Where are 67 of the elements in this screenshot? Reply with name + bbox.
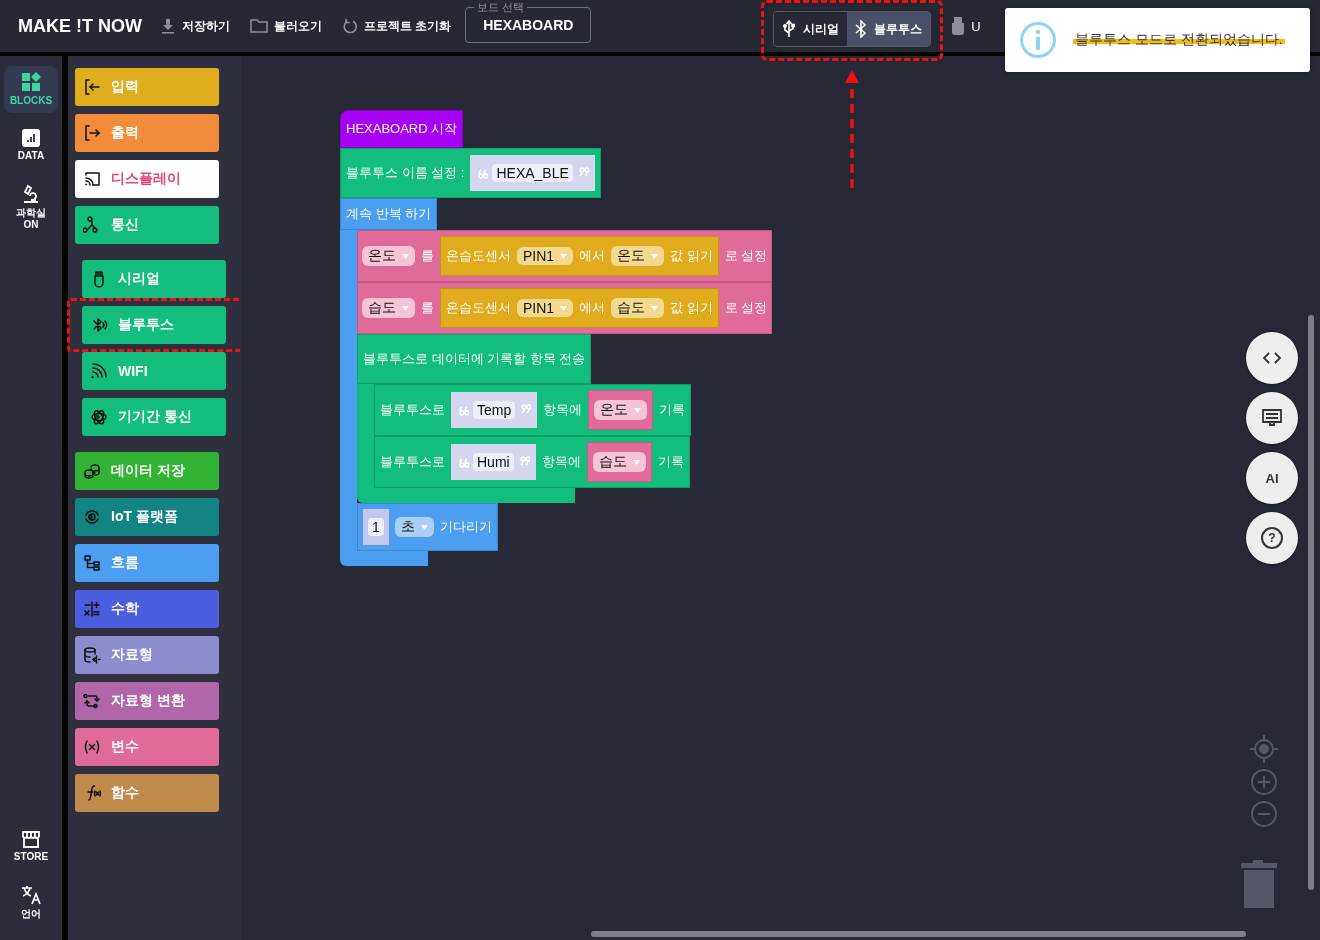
code-block[interactable]: 습도 를 온습도센서 PIN1 에서 습도 값 읽기 로 설정 <box>357 282 773 334</box>
text-field[interactable]: Humi <box>473 453 514 471</box>
block-label: 항목에 <box>543 401 583 419</box>
code-block[interactable]: 습도 <box>586 442 652 482</box>
text-field[interactable]: Temp <box>473 401 516 419</box>
rail-tab[interactable]: BLOCKS <box>4 66 58 113</box>
category-button[interactable]: IoT 플랫폼 <box>75 498 219 536</box>
block-label: 로 설정 <box>724 247 768 265</box>
rail-button[interactable]: STORE <box>4 824 58 869</box>
app-logo[interactable]: MAKE !T NOW <box>18 15 142 37</box>
rail-button[interactable]: 언어 <box>4 879 58 926</box>
block-label: 블루투스로 <box>380 453 445 471</box>
block-label: 값 읽기 <box>670 299 713 317</box>
code-block[interactable]: 블루투스로 Temp 항목에 온도 기록 <box>374 384 692 436</box>
block-label: 온습도센서 <box>446 247 511 265</box>
code-block[interactable]: 온도 를 온습도센서 PIN1 에서 온도 값 읽기 로 설정 <box>357 230 773 282</box>
block-label: 항목에 <box>541 453 581 471</box>
block-label: 기록 <box>659 401 686 419</box>
ai-button[interactable]: AI <box>1246 452 1298 504</box>
dropdown-field[interactable]: 습도 <box>362 298 415 318</box>
menu-button[interactable]: 프로젝트 초기화 <box>334 13 460 39</box>
mode-tab[interactable]: 블루투스 <box>847 12 931 46</box>
category-button[interactable]: 디스플레이 <box>75 160 219 198</box>
block-label: 에서 <box>579 247 606 265</box>
dropdown-field[interactable]: 온도 <box>362 246 415 266</box>
block-label: 블루투스로 <box>380 401 445 419</box>
block-label: 계속 반복 하기 <box>346 205 432 223</box>
block-label: HEXABOARD 시작 <box>346 120 458 138</box>
text-field[interactable]: HEXA_BLE <box>492 164 573 182</box>
dropdown-field[interactable]: 초 <box>394 517 434 537</box>
dropdown-field[interactable]: 습도 <box>611 298 665 318</box>
code-block[interactable]: 온습도센서 PIN1 에서 습도 값 읽기 <box>440 288 719 328</box>
help-button[interactable]: ? <box>1246 512 1298 564</box>
board-select[interactable]: 보드 선택 HEXABOARD <box>465 1 592 43</box>
block-label: 를 <box>421 247 434 265</box>
rail-tab[interactable]: 과학실 ON <box>4 178 58 237</box>
menu-button[interactable]: 저장하기 <box>152 13 238 39</box>
code-block[interactable]: 블루투스로 데이터에 기록할 항목 전송 블루투스로 Temp 항목에 온도 기록 블루투스로 Humi 항목에 습도 기록 <box>357 334 692 503</box>
block-label: 를 <box>421 299 434 317</box>
block-label: 온습도센서 <box>446 299 511 317</box>
block-label: 값 읽기 <box>670 247 713 265</box>
block-label: 에서 <box>579 299 606 317</box>
dropdown-field[interactable]: 온도 <box>594 400 648 420</box>
code-block[interactable]: 1 초 기다리기 <box>357 503 498 551</box>
device-label: U <box>971 18 981 34</box>
number-field[interactable]: 1 <box>368 518 384 536</box>
category-button[interactable]: 수학 <box>75 590 219 628</box>
block-label: 기록 <box>657 453 684 471</box>
block-label: 블루투스 이름 설정 : <box>346 164 465 182</box>
block-label: 블루투스로 데이터에 기록할 항목 전송 <box>363 350 586 368</box>
dropdown-field[interactable]: 습도 <box>592 452 646 472</box>
code-block[interactable]: 온도 <box>588 390 654 430</box>
board-select-value: HEXABOARD <box>483 16 574 33</box>
category-button[interactable]: 자료형 변환 <box>75 682 219 720</box>
rail-tab[interactable]: DATA <box>4 123 58 168</box>
board-select-legend: 보드 선택 <box>474 1 528 13</box>
code-block[interactable]: 블루투스로 Humi 항목에 습도 기록 <box>374 436 690 488</box>
code-block[interactable]: 블루투스 이름 설정 : HEXA_BLE <box>340 148 601 198</box>
code-block[interactable]: 온습도센서 PIN1 에서 온도 값 읽기 <box>440 236 719 276</box>
dropdown-field[interactable]: PIN1 <box>517 299 574 317</box>
dropdown-field[interactable]: PIN1 <box>517 247 574 265</box>
code-block[interactable]: HEXABOARD 시작 <box>340 110 464 148</box>
dropdown-field[interactable]: 온도 <box>611 246 665 266</box>
code-block[interactable]: 계속 반복 하기 온도 를 온습도센서 PIN1 에서 온도 값 읽기 로 설정 습도 를 온습도센서 PIN1 에서 습도 값 읽기 로 설정 블루투스로 데이터에 기록할 항목 전송 블루투스로 Temp 항목에 온도 기록 블루투스로 Humi 항목에 습도 기록 1 초 기다리기 <box>340 198 773 566</box>
menu-button[interactable]: 불러오기 <box>242 13 330 39</box>
block-label: 기다리기 <box>439 518 492 536</box>
block-label: 로 설정 <box>724 299 768 317</box>
